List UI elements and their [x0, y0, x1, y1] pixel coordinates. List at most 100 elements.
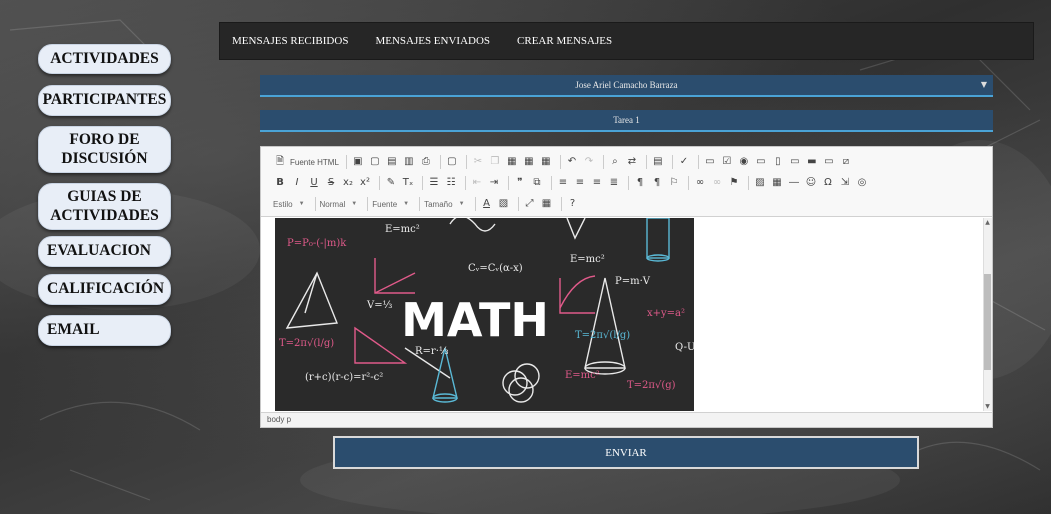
indent-icon[interactable]: ⇥: [487, 176, 501, 190]
button-icon[interactable]: ▬: [805, 155, 819, 169]
image-icon[interactable]: ▨: [753, 176, 767, 190]
blockquote-icon[interactable]: ❞: [513, 176, 527, 190]
style-combo[interactable]: Estilo ▼: [273, 197, 305, 211]
toolbar-separator: [508, 176, 509, 190]
numbered-list-icon[interactable]: ☰: [427, 176, 441, 190]
div-icon[interactable]: ⧉: [530, 176, 544, 190]
font-combo[interactable]: Fuente ▼: [372, 197, 409, 211]
save-icon[interactable]: ▣: [351, 155, 365, 169]
spellcheck-icon[interactable]: ✓: [677, 155, 691, 169]
editor-toolbar: 🗎 Fuente HTML ▣ ▢ ▤ ▥ ⎙ ▢ ✂ ❐ ▦ ▦ ▦ ↶ ↷ …: [261, 147, 992, 217]
select-field-icon[interactable]: ▭: [788, 155, 802, 169]
preview-icon[interactable]: ▥: [402, 155, 416, 169]
replace-icon[interactable]: ⇄: [625, 155, 639, 169]
align-center-icon[interactable]: ≡: [573, 176, 587, 190]
remove-format-icon[interactable]: Tₓ: [401, 176, 415, 190]
iframe-icon[interactable]: ◎: [855, 176, 869, 190]
paste-icon[interactable]: ▦: [505, 155, 519, 169]
paste-text-icon[interactable]: ▦: [522, 155, 536, 169]
show-blocks-icon[interactable]: ▦: [540, 197, 554, 211]
source-icon[interactable]: 🗎: [273, 155, 287, 169]
redo-icon[interactable]: ↷: [582, 155, 596, 169]
outdent-icon[interactable]: ⇤: [470, 176, 484, 190]
horizontal-line-icon[interactable]: ―: [787, 176, 801, 190]
form-icon[interactable]: ▭: [703, 155, 717, 169]
sidebar-item-foro-de-discusion[interactable]: FORO DE DISCUSIÓN: [38, 126, 171, 173]
page-break-icon[interactable]: ⇲: [838, 176, 852, 190]
new-page-icon[interactable]: ▢: [368, 155, 382, 169]
link-icon[interactable]: ∞: [693, 176, 707, 190]
rtl-icon[interactable]: ¶: [650, 176, 664, 190]
elements-path-text[interactable]: body p: [267, 415, 291, 424]
maximize-icon[interactable]: ⤢: [523, 197, 537, 211]
format-combo[interactable]: Normal ▼: [320, 197, 358, 211]
editor-scrollbar[interactable]: ▲ ▼: [983, 218, 992, 411]
send-button[interactable]: ENVIAR: [333, 436, 919, 469]
toolbar-separator: [367, 197, 369, 211]
smiley-icon[interactable]: ☺: [804, 176, 818, 190]
anchor-icon[interactable]: ⚑: [727, 176, 741, 190]
find-icon[interactable]: ⌕: [608, 155, 622, 169]
scroll-down-icon[interactable]: ▼: [983, 402, 992, 411]
recipient-select[interactable]: Jose Ariel Camacho Barraza ▼: [260, 75, 993, 97]
formula-label: V=⅓: [366, 300, 393, 311]
text-color-icon[interactable]: A: [480, 197, 494, 211]
subscript-icon[interactable]: x₂: [341, 176, 355, 190]
toolbar-separator: [560, 197, 562, 211]
nav-mensajes-enviados[interactable]: MENSAJES ENVIADOS: [375, 35, 490, 47]
toolbar-separator: [628, 176, 629, 190]
strikethrough-icon[interactable]: S: [324, 176, 338, 190]
sidebar-item-evaluacion[interactable]: EVALUACION: [38, 236, 171, 267]
align-right-icon[interactable]: ≡: [590, 176, 604, 190]
superscript-icon[interactable]: x²: [358, 176, 372, 190]
toolbar-separator: [465, 155, 467, 169]
textarea-icon[interactable]: ▯: [771, 155, 785, 169]
radio-icon[interactable]: ◉: [737, 155, 751, 169]
copy-icon[interactable]: ❐: [488, 155, 502, 169]
sidebar-item-participantes[interactable]: PARTICIPANTES: [38, 85, 171, 116]
size-combo[interactable]: Tamaño ▼: [424, 197, 464, 211]
align-justify-icon[interactable]: ≣: [607, 176, 621, 190]
unlink-icon[interactable]: ∞: [710, 176, 724, 190]
special-char-icon[interactable]: Ω: [821, 176, 835, 190]
sidebar-item-calificacion[interactable]: CALIFICACIÓN: [38, 274, 171, 305]
subject-field[interactable]: Tarea 1: [260, 110, 993, 132]
size-combo-value: Tamaño: [424, 199, 453, 209]
document-icon[interactable]: ▢: [445, 155, 459, 169]
ltr-icon[interactable]: ¶: [633, 176, 647, 190]
nav-mensajes-recibidos[interactable]: MENSAJES RECIBIDOS: [232, 35, 348, 47]
background-color-icon[interactable]: ▧: [497, 197, 511, 211]
underline-icon[interactable]: U: [307, 176, 321, 190]
bulleted-list-icon[interactable]: ☷: [444, 176, 458, 190]
nav-crear-mensajes[interactable]: CREAR MENSAJES: [517, 35, 612, 47]
scroll-up-icon[interactable]: ▲: [983, 218, 992, 227]
scrollbar-thumb[interactable]: [984, 274, 991, 370]
font-combo-value: Fuente: [372, 199, 398, 209]
table-icon[interactable]: ▦: [770, 176, 784, 190]
source-html-button[interactable]: Fuente HTML: [290, 158, 339, 167]
paste-word-icon[interactable]: ▦: [539, 155, 553, 169]
cut-icon[interactable]: ✂: [471, 155, 485, 169]
sidebar-item-actividades[interactable]: ACTIVIDADES: [38, 44, 171, 74]
italic-icon[interactable]: I: [290, 176, 304, 190]
toolbar-row-3: Estilo ▼ Normal ▼ Fuente ▼ Tamaño ▼ A ▧ ⤢ ▦ …: [273, 194, 583, 214]
help-icon[interactable]: ?: [566, 197, 580, 211]
toolbar-separator: [419, 197, 421, 211]
undo-icon[interactable]: ↶: [565, 155, 579, 169]
text-field-icon[interactable]: ▭: [754, 155, 768, 169]
checkbox-icon[interactable]: ☑: [720, 155, 734, 169]
bold-icon[interactable]: B: [273, 176, 287, 190]
language-icon[interactable]: ⚐: [667, 176, 681, 190]
image-button-icon[interactable]: ▭: [822, 155, 836, 169]
hidden-field-icon[interactable]: ⧄: [839, 155, 853, 169]
print-icon[interactable]: ⎙: [419, 155, 433, 169]
sidebar-item-guias-de-actividades[interactable]: GUIAS DE ACTIVIDADES: [38, 183, 171, 230]
align-left-icon[interactable]: ≡: [556, 176, 570, 190]
sidebar-item-email[interactable]: EMAIL: [38, 315, 171, 346]
formula-label: E=mc²: [565, 370, 600, 381]
select-all-icon[interactable]: ▤: [651, 155, 665, 169]
templates-icon[interactable]: ▤: [385, 155, 399, 169]
copy-format-icon[interactable]: ✎: [384, 176, 398, 190]
format-combo-value: Normal: [319, 199, 346, 209]
editor-content[interactable]: MATH E=mc² E=mc² P=m·V V=⅓ R=r·⅓ Cᵥ=Cᵥ(α…: [261, 218, 984, 411]
